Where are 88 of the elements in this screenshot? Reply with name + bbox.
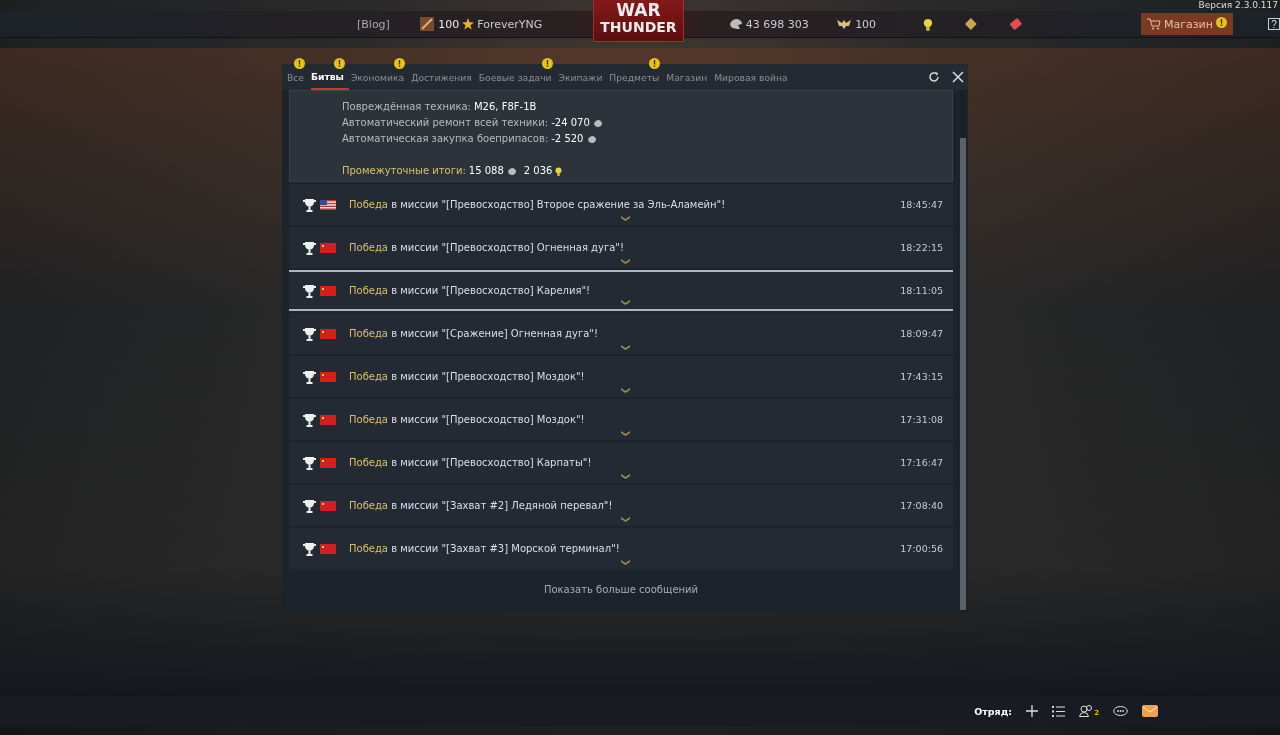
summary-label: Автоматический ремонт всей техники: bbox=[342, 116, 549, 130]
summary-value: -24 070 bbox=[551, 116, 590, 130]
message-row[interactable]: Победа в миссии "[Захват #3] Морской терминал"! 17:00:56 bbox=[289, 528, 953, 569]
message-time: 18:11:05 bbox=[900, 285, 943, 296]
star-icon bbox=[462, 18, 475, 30]
summary-value: -2 520 bbox=[551, 132, 584, 146]
summary-label: Повреждённая техника: bbox=[342, 100, 471, 114]
message-row[interactable]: Победа в миссии "[Превосходство] Моздок"! 17:31:08 bbox=[289, 399, 953, 440]
version-label: Версия 2.3.0.117 bbox=[1198, 0, 1279, 10]
message-text: Победа в миссии "[Захват #3] Морской терминал"! bbox=[349, 543, 621, 554]
trophy-icon bbox=[303, 240, 316, 255]
tab[interactable]: Мировая война bbox=[714, 56, 793, 90]
close-icon[interactable] bbox=[952, 71, 964, 83]
expand-chevron-icon[interactable] bbox=[621, 560, 630, 565]
message-text: Победа в миссии "[Превосходство] Карпаты"! bbox=[349, 457, 593, 468]
summary-value: M26, F8F-1B bbox=[474, 100, 537, 114]
message-time: 17:43:15 bbox=[900, 371, 943, 382]
message-time: 18:22:15 bbox=[900, 242, 943, 253]
message-row[interactable]: Победа в миссии "[Сражение] Огненная дуга"! 18:09:47 bbox=[289, 313, 953, 354]
plus-icon[interactable] bbox=[1026, 705, 1039, 717]
message-row[interactable]: Победа в миссии "[Превосходство] Огненная дуга"! 18:22:15 bbox=[289, 227, 953, 268]
summary-label: Промежуточные итоги: bbox=[342, 164, 466, 178]
summary-value: 15 088 bbox=[468, 164, 504, 178]
message-time: 18:09:47 bbox=[900, 328, 943, 339]
game-logo: WAR THUNDER bbox=[593, 0, 684, 42]
trophy-icon bbox=[303, 541, 316, 556]
list-icon[interactable] bbox=[1052, 705, 1066, 717]
trophy-icon bbox=[303, 369, 316, 384]
help-button[interactable]: ? bbox=[1268, 18, 1280, 30]
envelope-icon[interactable] bbox=[1142, 705, 1158, 717]
eagle-icon bbox=[836, 18, 853, 30]
chat-bubble-icon[interactable] bbox=[1113, 705, 1128, 717]
trophy-icon bbox=[303, 455, 316, 470]
message-row[interactable]: Победа в миссии "[Превосходство] Второе сражение за Эль-Аламейн"! 18:45:47 bbox=[289, 184, 953, 225]
message-time: 17:16:47 bbox=[900, 457, 943, 468]
tab[interactable]: Все bbox=[287, 56, 309, 90]
friends-icon[interactable] bbox=[1079, 705, 1095, 717]
username[interactable]: ForeverYNG bbox=[477, 17, 543, 31]
shop-button[interactable]: Магазин bbox=[1140, 13, 1233, 35]
tab[interactable]: Магазин bbox=[666, 56, 713, 90]
trophy-icon bbox=[303, 498, 316, 513]
tab[interactable]: Экипажи bbox=[558, 56, 608, 90]
trophy-icon bbox=[303, 283, 316, 298]
player-level: 100 bbox=[438, 17, 460, 31]
show-more-button[interactable]: Показать больше сообщений bbox=[537, 583, 705, 596]
message-text: Победа в миссии "[Превосходство] Карелия"! bbox=[349, 285, 592, 296]
message-time: 18:45:47 bbox=[900, 199, 943, 210]
lightbulb-icon[interactable] bbox=[923, 17, 933, 31]
expand-chevron-icon[interactable] bbox=[621, 216, 630, 221]
message-row[interactable]: Победа в миссии "[Превосходство] Моздок"! 17:43:15 bbox=[289, 356, 953, 397]
message-text: Победа в миссии "[Превосходство] Второе сражение за Эль-Аламейн"! bbox=[349, 199, 727, 210]
message-text: Победа в миссии "[Сражение] Огненная дуга"! bbox=[349, 328, 599, 339]
summary-value: 2 036 bbox=[523, 164, 553, 178]
message-time: 17:08:40 bbox=[900, 500, 943, 511]
message-row[interactable]: Победа в миссии "[Превосходство] Карпаты"! 17:16:47 bbox=[289, 442, 953, 483]
expand-chevron-icon[interactable] bbox=[621, 517, 630, 522]
expand-chevron-icon[interactable] bbox=[621, 345, 630, 350]
blog-link[interactable]: [Blog] bbox=[357, 17, 390, 31]
expand-chevron-icon[interactable] bbox=[621, 388, 630, 393]
summary-label: Автоматическая закупка боеприпасов: bbox=[342, 132, 549, 146]
lions-balance: 43 698 303 bbox=[745, 17, 809, 31]
message-text: Победа в миссии "[Превосходство] Моздок"! bbox=[349, 371, 586, 382]
message-time: 17:31:08 bbox=[900, 414, 943, 425]
message-time: 17:00:56 bbox=[900, 543, 943, 554]
message-text: Победа в миссии "[Превосходство] Огненная дуга"! bbox=[349, 242, 625, 253]
diamond-icon[interactable] bbox=[964, 17, 979, 31]
expand-chevron-icon[interactable] bbox=[621, 300, 630, 305]
message-text: Победа в миссии "[Захват #2] Ледяной перевал"! bbox=[349, 500, 614, 511]
squad-label: Отряд: bbox=[974, 705, 1013, 717]
trophy-icon bbox=[303, 412, 316, 427]
expand-chevron-icon[interactable] bbox=[621, 474, 630, 479]
expand-chevron-icon[interactable] bbox=[621, 259, 630, 264]
expand-chevron-icon[interactable] bbox=[621, 431, 630, 436]
rank-emblem-icon bbox=[419, 16, 436, 32]
eagles-balance: 100 bbox=[855, 17, 877, 31]
cart-icon bbox=[1146, 18, 1161, 30]
tab[interactable]: Экономика bbox=[350, 56, 410, 90]
lightbulb-icon bbox=[555, 166, 563, 176]
scrollbar[interactable] bbox=[960, 90, 966, 612]
refresh-icon[interactable] bbox=[928, 71, 940, 83]
tab[interactable]: Боевые задачи bbox=[478, 56, 557, 90]
trophy-icon bbox=[303, 326, 316, 341]
message-row[interactable]: Победа в миссии "[Превосходство] Карелия"! 18:11:05 bbox=[289, 270, 953, 311]
tab[interactable]: Предметы bbox=[609, 56, 665, 90]
message-text: Победа в миссии "[Превосходство] Моздок"! bbox=[349, 414, 586, 425]
tab[interactable]: Достижения bbox=[411, 56, 477, 90]
message-row[interactable]: Победа в миссии "[Захват #2] Ледяной перевал"! 17:08:40 bbox=[289, 485, 953, 526]
trophy-icon bbox=[303, 197, 316, 212]
